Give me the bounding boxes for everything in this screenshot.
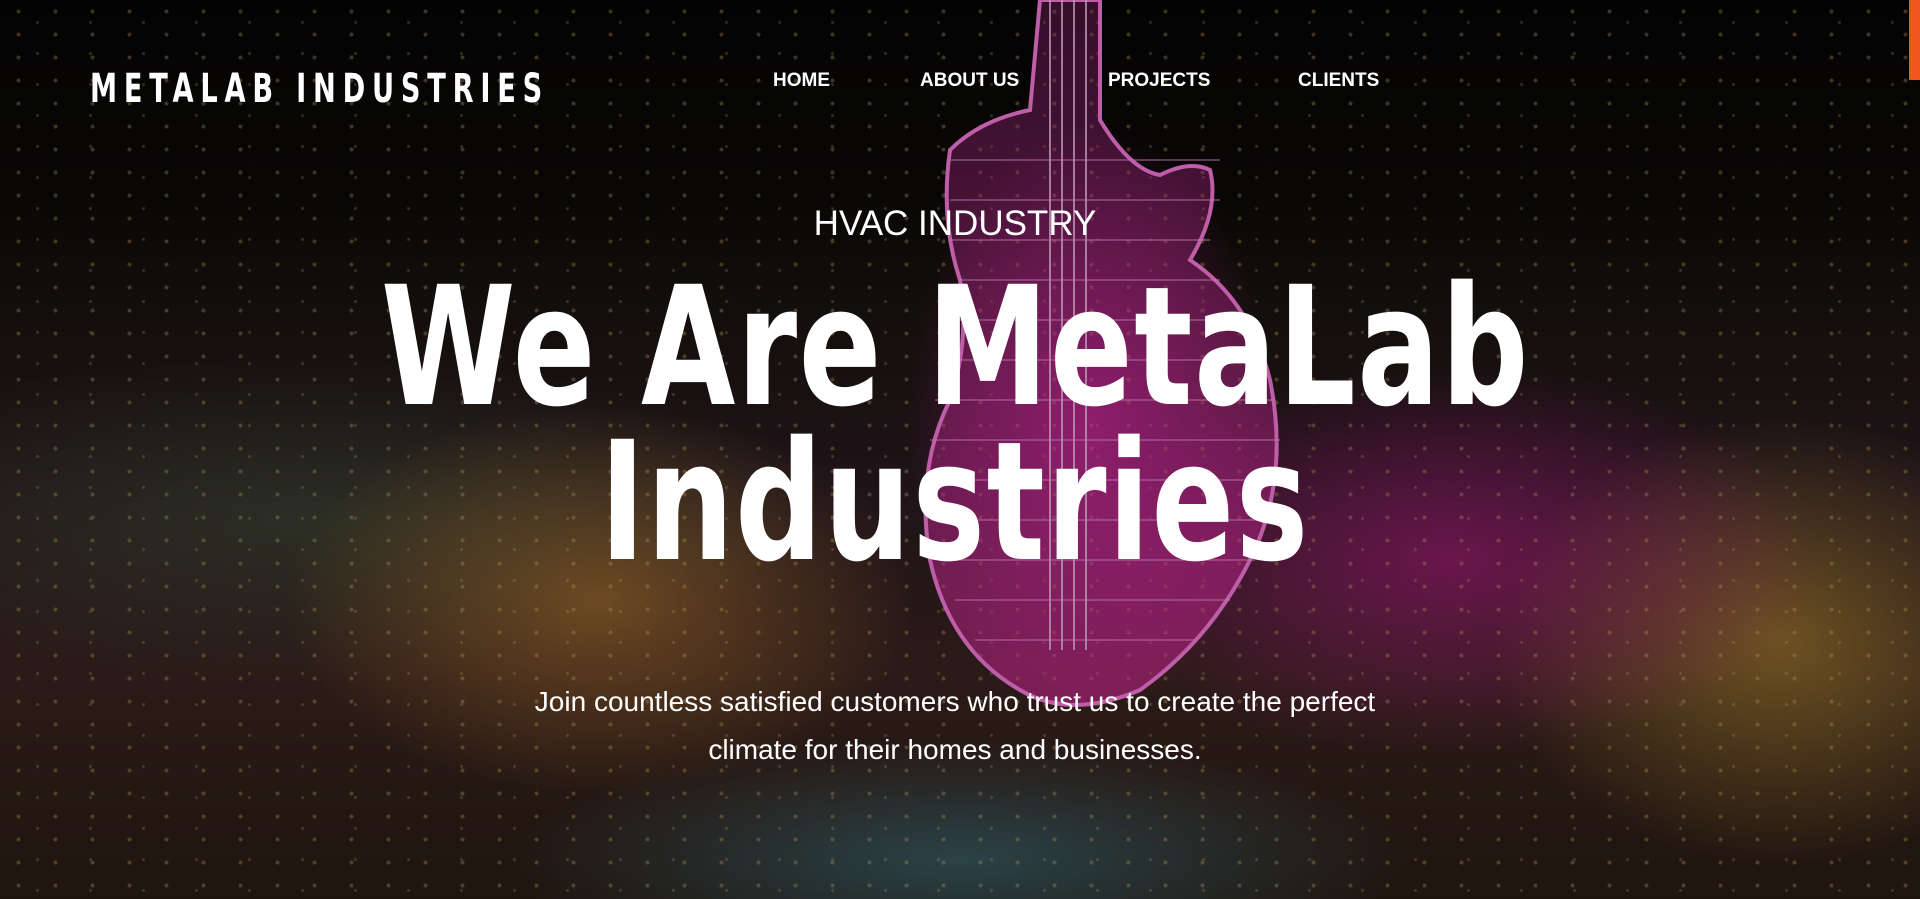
nav-home[interactable]: HOME bbox=[773, 70, 830, 92]
nav-projects[interactable]: PROJECTS bbox=[1108, 70, 1210, 92]
nav-clients[interactable]: CLIENTS bbox=[1298, 70, 1379, 92]
hero-subtext: Join countless satisfied customers who t… bbox=[0, 678, 1910, 774]
nav-about-us[interactable]: ABOUT US bbox=[920, 70, 1019, 92]
headline-line-2: Industries bbox=[599, 406, 1311, 598]
subtext-line-2: climate for their homes and businesses. bbox=[708, 734, 1202, 765]
subtext-line-1: Join countless satisfied customers who t… bbox=[534, 686, 1376, 717]
hero-eyebrow: HVAC INDUSTRY bbox=[813, 204, 1097, 243]
scroll-indicator[interactable] bbox=[1909, 0, 1920, 80]
main-nav: HOME ABOUT US PROJECTS CLIENTS bbox=[0, 70, 1920, 100]
hero-section: METALAB INDUSTRIES HOME ABOUT US PROJECT… bbox=[0, 0, 1920, 899]
hero-headline: We Are MetaLab Industries bbox=[0, 251, 1910, 598]
headline-line-1: We Are MetaLab bbox=[380, 251, 1530, 443]
